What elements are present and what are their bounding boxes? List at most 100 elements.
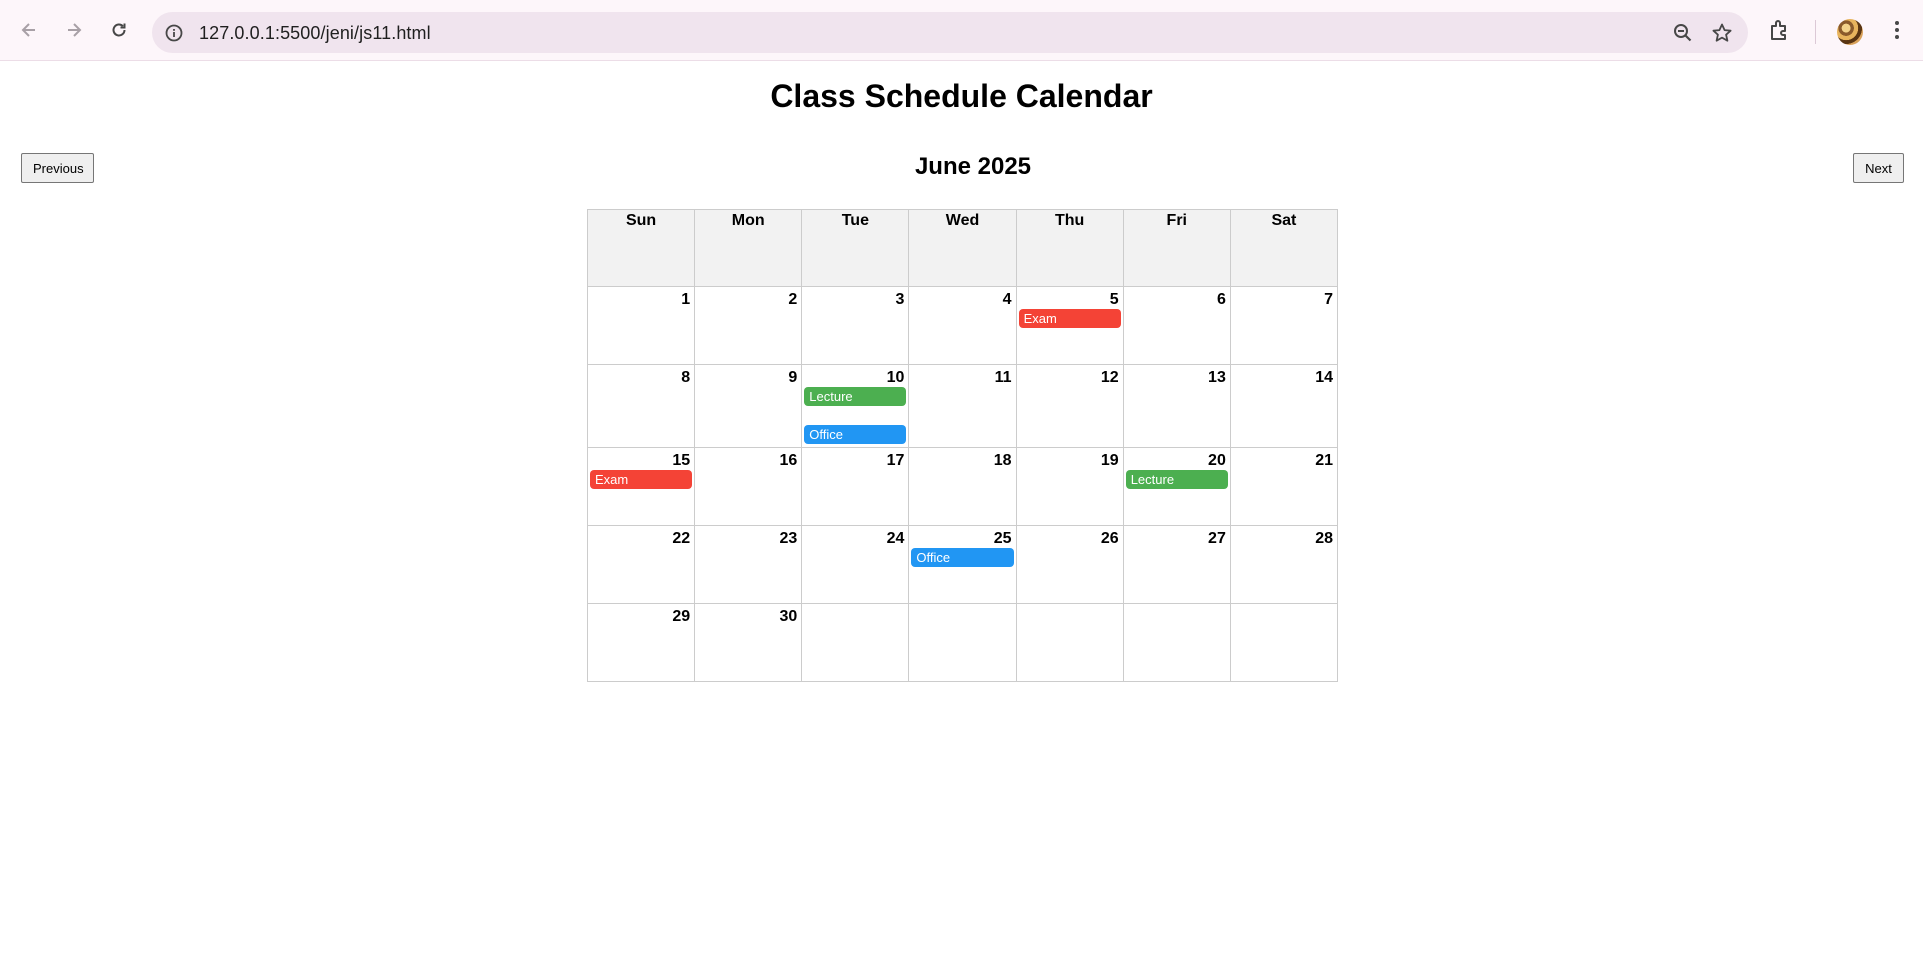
day-number <box>1124 604 1230 626</box>
day-number: 11 <box>994 369 1012 386</box>
weekday-header: Wed <box>908 209 1017 287</box>
day-number: 28 <box>1315 530 1333 547</box>
empty-day-cell <box>801 603 910 682</box>
day-cell[interactable]: 7 <box>1229 286 1339 365</box>
day-number: 7 <box>1324 291 1333 308</box>
day-number: 3 <box>895 291 905 308</box>
reload-icon <box>112 23 126 37</box>
day-number: 18 <box>993 452 1012 469</box>
day-cell[interactable]: 12 <box>1015 364 1124 448</box>
day-number: 12 <box>1100 369 1119 386</box>
day-cell[interactable]: 8 <box>586 364 696 448</box>
weekday-header: Mon <box>694 209 803 287</box>
day-cell[interactable]: 27 <box>1122 525 1231 604</box>
bookmark-star-icon[interactable] <box>1711 22 1733 44</box>
month-label: June 2025 <box>914 153 1032 180</box>
day-cell[interactable]: 2 <box>694 286 803 365</box>
extensions-icon[interactable] <box>1768 18 1792 42</box>
day-cell[interactable]: 14 <box>1229 364 1339 448</box>
empty-day-cell <box>1015 603 1124 682</box>
day-number: 26 <box>1100 530 1119 547</box>
calendar-week-row: 22 23 24 25 Office 26 27 28 <box>586 525 1339 604</box>
day-cell[interactable]: 21 <box>1229 447 1339 526</box>
day-number: 5 <box>1109 291 1119 308</box>
forward-arrow-icon <box>68 23 82 37</box>
site-info-icon[interactable] <box>163 22 185 44</box>
day-cell[interactable]: 6 <box>1122 286 1231 365</box>
next-month-button[interactable]: Next <box>1853 153 1904 183</box>
day-number: 19 <box>1100 452 1119 469</box>
weekday-header: Thu <box>1015 209 1124 287</box>
day-number: 21 <box>1315 452 1333 469</box>
day-cell[interactable]: 19 <box>1015 447 1124 526</box>
day-cell[interactable]: 1 <box>586 286 696 365</box>
day-cell[interactable]: 23 <box>694 525 803 604</box>
day-number: 16 <box>779 452 798 469</box>
day-number <box>802 604 908 626</box>
day-number: 27 <box>1208 530 1226 547</box>
day-number: 14 <box>1315 369 1333 386</box>
day-cell[interactable]: 3 <box>801 286 910 365</box>
day-cell[interactable]: 18 <box>908 447 1017 526</box>
day-cell[interactable]: 4 <box>908 286 1017 365</box>
day-number <box>909 604 1015 626</box>
day-cell[interactable]: 10 Lecture Office <box>801 364 910 448</box>
toolbar-divider <box>1815 20 1816 44</box>
event-exam[interactable]: Exam <box>1018 309 1121 328</box>
day-cell[interactable]: 30 <box>694 603 803 682</box>
day-cell[interactable]: 5 Exam <box>1015 286 1124 365</box>
page-title: Class Schedule Calendar <box>770 78 1153 114</box>
day-number: 1 <box>681 291 691 308</box>
day-cell[interactable]: 9 <box>694 364 803 448</box>
day-cell[interactable]: 26 <box>1015 525 1124 604</box>
day-cell[interactable]: 22 <box>586 525 696 604</box>
day-cell[interactable]: 25 Office <box>908 525 1017 604</box>
day-number: 22 <box>672 530 691 547</box>
back-button[interactable] <box>12 13 46 47</box>
day-cell[interactable]: 17 <box>801 447 910 526</box>
day-cell[interactable]: 13 <box>1122 364 1231 448</box>
event-office[interactable]: Office <box>911 548 1014 567</box>
day-number: 29 <box>672 608 691 625</box>
event-office[interactable]: Office <box>804 425 907 444</box>
forward-button[interactable] <box>57 13 91 47</box>
empty-day-cell <box>1122 603 1231 682</box>
day-cell[interactable]: 29 <box>586 603 696 682</box>
day-number: 23 <box>779 530 798 547</box>
day-cell[interactable]: 20 Lecture <box>1122 447 1231 526</box>
event-lecture[interactable]: Lecture <box>804 387 907 406</box>
weekday-header: Sat <box>1229 209 1339 287</box>
day-number: 4 <box>1002 291 1012 308</box>
empty-day-cell <box>1229 603 1339 682</box>
event-exam[interactable]: Exam <box>590 470 693 489</box>
kebab-menu-icon[interactable] <box>1885 18 1909 42</box>
calendar-grid: Sun Mon Tue Wed Thu Fri Sat 1 2 3 4 5 Ex… <box>586 209 1339 682</box>
day-number <box>1017 604 1123 626</box>
reload-button[interactable] <box>102 13 136 47</box>
zoom-out-icon[interactable] <box>1672 22 1694 44</box>
empty-day-cell <box>908 603 1017 682</box>
calendar-week-row: 8 9 10 Lecture Office 11 12 13 14 <box>586 364 1339 448</box>
day-number: 8 <box>681 369 691 386</box>
day-number: 30 <box>779 608 798 625</box>
day-number: 25 <box>993 530 1012 547</box>
day-number: 24 <box>886 530 905 547</box>
day-cell[interactable]: 16 <box>694 447 803 526</box>
day-number: 10 <box>886 369 905 386</box>
weekday-header: Tue <box>801 209 910 287</box>
day-number: 13 <box>1208 369 1226 386</box>
day-cell[interactable]: 24 <box>801 525 910 604</box>
weekday-header: Fri <box>1122 209 1231 287</box>
day-number: 20 <box>1208 452 1226 469</box>
calendar-week-row: 15 Exam 16 17 18 19 20 Lecture 21 <box>586 447 1339 526</box>
calendar-week-row: 29 30 <box>586 603 1339 682</box>
day-number: 6 <box>1216 291 1226 308</box>
day-cell[interactable]: 11 <box>908 364 1017 448</box>
day-cell[interactable]: 15 Exam <box>586 447 696 526</box>
event-lecture[interactable]: Lecture <box>1125 470 1228 489</box>
day-number: 9 <box>788 369 798 386</box>
day-cell[interactable]: 28 <box>1229 525 1339 604</box>
address-bar[interactable]: 127.0.0.1:5500/jeni/js11.html <box>152 12 1748 53</box>
url-text[interactable]: 127.0.0.1:5500/jeni/js11.html <box>199 23 431 44</box>
profile-avatar[interactable] <box>1837 19 1863 45</box>
